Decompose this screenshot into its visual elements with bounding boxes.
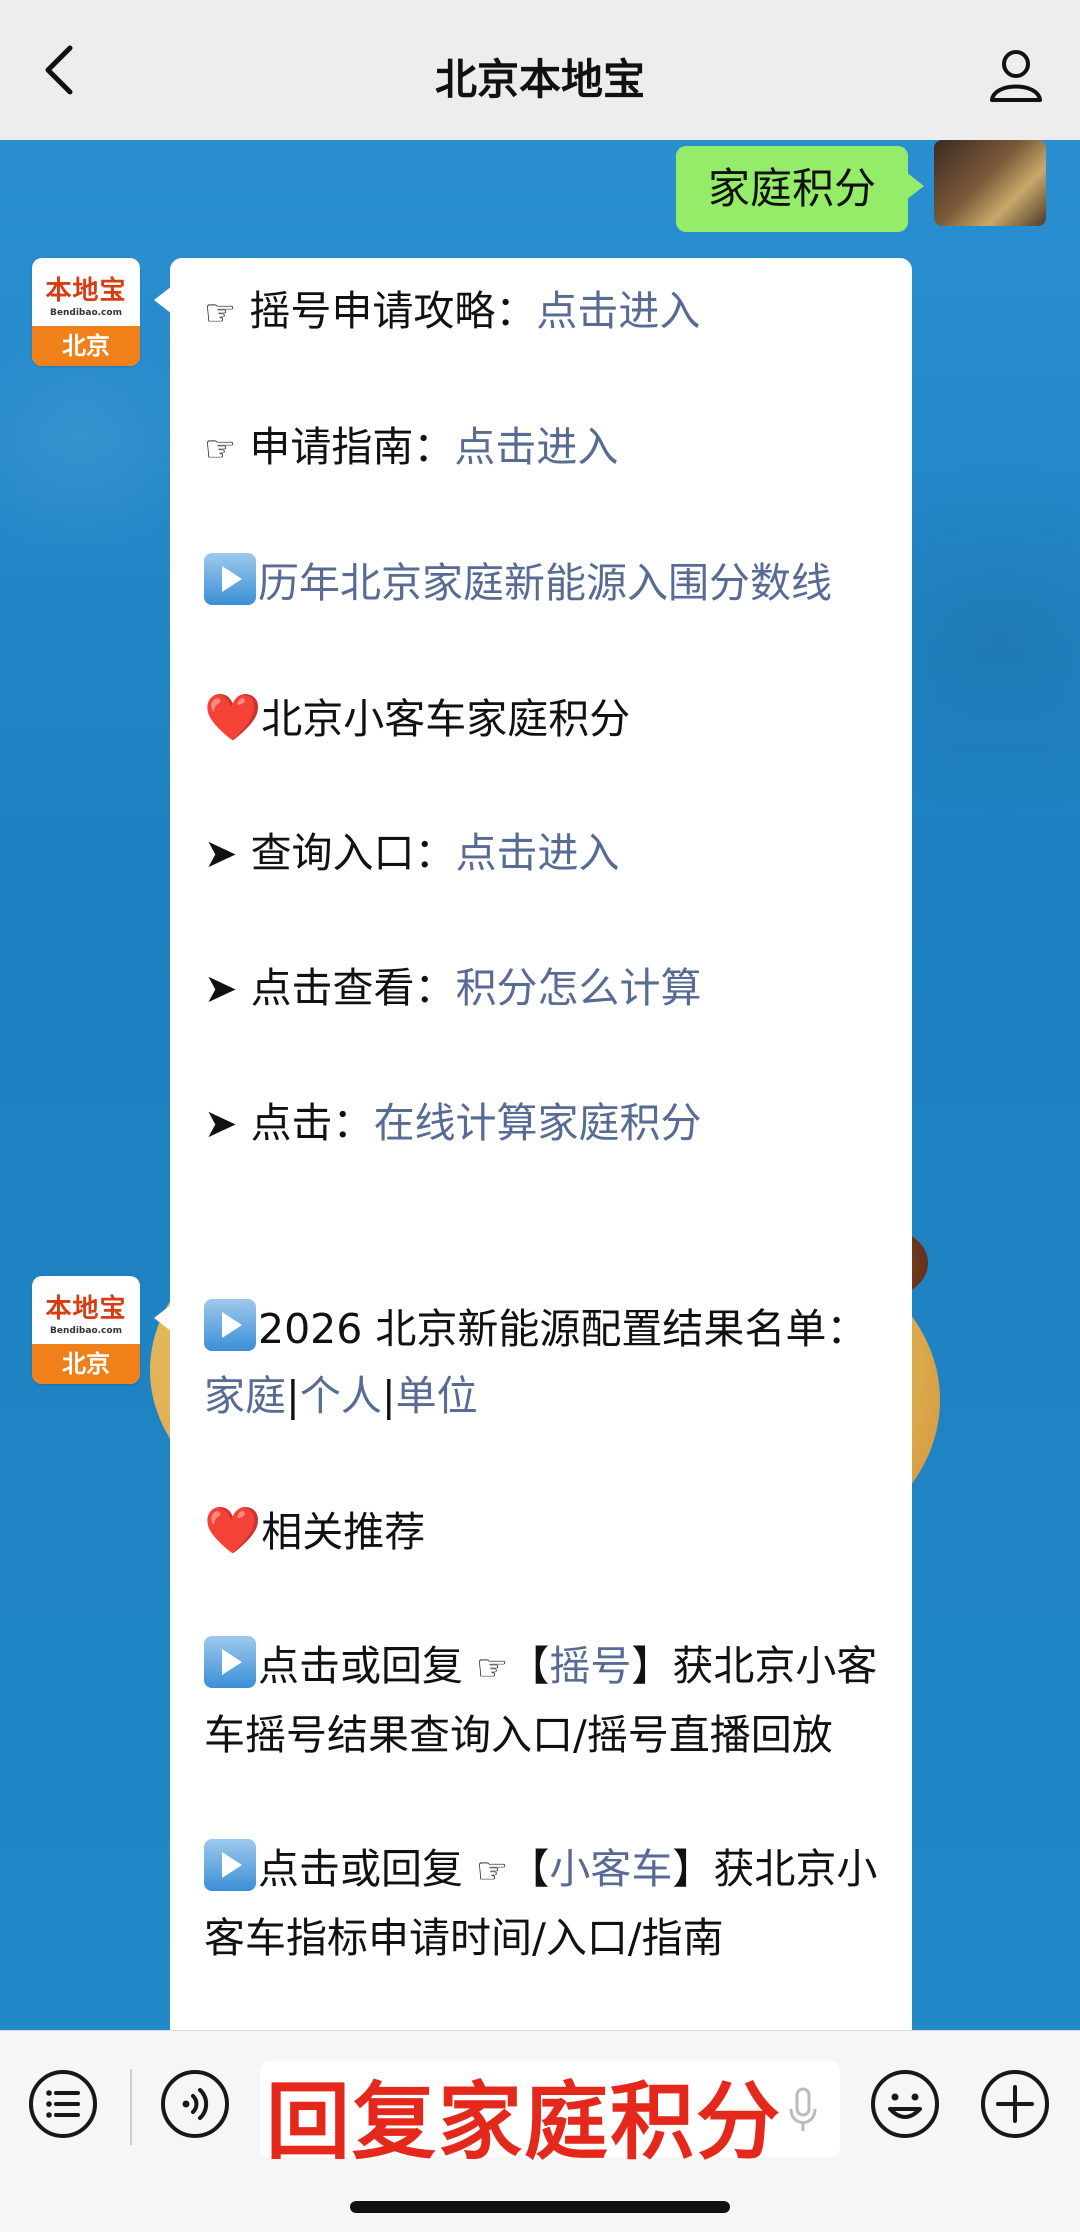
arrow-icon: ➤ bbox=[204, 1101, 238, 1147]
arrow-icon: ➤ bbox=[204, 831, 238, 877]
message-bubble: 2026 北京新能源配置结果名单： 家庭|个人|单位 ❤️相关推荐 点击或回复 … bbox=[154, 1276, 912, 2030]
bracket: 【 bbox=[508, 1845, 550, 1893]
pointing-hand-icon: ☞ bbox=[204, 293, 237, 334]
message-bubble: ☞ 摇号申请攻略：点击进入 ☞ 申请指南：点击进入 历年北京家庭新能源入围分数线… bbox=[154, 258, 912, 1382]
logo-name: 本地宝 bbox=[45, 1294, 127, 1324]
bottom-bar: 回复家庭积分 bbox=[0, 2030, 1080, 2232]
play-icon bbox=[204, 1299, 256, 1351]
logo-city: 北京 bbox=[32, 1344, 140, 1384]
page-title: 北京本地宝 bbox=[434, 55, 645, 104]
link-company[interactable]: 单位 bbox=[396, 1372, 478, 1420]
logo-domain: Bendibao.com bbox=[50, 308, 122, 318]
link-personal[interactable]: 个人 bbox=[300, 1372, 382, 1420]
play-icon bbox=[204, 1636, 256, 1688]
section-heading: 北京小客车家庭积分 bbox=[261, 695, 631, 743]
message-line: 点击或回复 ☞【小客车】获北京小客车指标申请时间/入口/指南 bbox=[204, 1836, 880, 1972]
link-score-lines[interactable]: 历年北京家庭新能源入围分数线 bbox=[258, 559, 832, 607]
play-icon bbox=[204, 1839, 256, 1891]
bracket: 【 bbox=[508, 1642, 550, 1690]
logo-domain: Bendibao.com bbox=[50, 1326, 122, 1336]
top-bar: 北京本地宝 bbox=[0, 0, 1080, 140]
message-line: 2026 北京新能源配置结果名单： 家庭|个人|单位 bbox=[204, 1296, 880, 1430]
message-line: ➤ 点击：在线计算家庭积分 bbox=[204, 1090, 880, 1158]
line-label: 2026 北京新能源配置结果名单： bbox=[258, 1305, 868, 1353]
line-label: 点击查看： bbox=[250, 964, 456, 1012]
link-online-calc[interactable]: 在线计算家庭积分 bbox=[374, 1099, 702, 1147]
logo-city: 北京 bbox=[32, 326, 140, 366]
menu-icon[interactable] bbox=[28, 2069, 98, 2139]
message-line: 历年北京家庭新能源入围分数线 bbox=[204, 550, 880, 617]
message-line: ❤️相关推荐 bbox=[204, 1497, 880, 1566]
line-label: 点击或回复 bbox=[258, 1845, 477, 1893]
heart-icon: ❤️ bbox=[204, 690, 262, 744]
link-yaohao[interactable]: 摇号 bbox=[549, 1642, 631, 1690]
mic-icon[interactable] bbox=[788, 2087, 818, 2133]
link-car[interactable]: 小客车 bbox=[549, 1845, 672, 1893]
my-avatar[interactable] bbox=[934, 140, 1046, 226]
link-apply-guide[interactable]: 点击进入 bbox=[454, 423, 618, 471]
chat-area[interactable]: 家庭积分 本地宝 Bendibao.com 北京 ☞ 摇号申请攻略：点击进入 ☞… bbox=[0, 140, 1080, 2030]
arrow-icon: ➤ bbox=[204, 966, 238, 1012]
pointing-hand-icon: ☞ bbox=[204, 429, 237, 470]
user-icon[interactable] bbox=[988, 46, 1044, 102]
home-indicator bbox=[350, 2201, 730, 2213]
message-line: 点击或回复 ☞【摇号】获北京小客车摇号结果查询入口/摇号直播回放 bbox=[204, 1633, 880, 1769]
message-line: ☞ 摇号申请攻略：点击进入 bbox=[204, 278, 880, 347]
pointing-hand-icon: ☞ bbox=[476, 1648, 509, 1689]
link-yaohao-guide[interactable]: 点击进入 bbox=[536, 287, 700, 335]
bracket: 】 bbox=[672, 1845, 714, 1893]
plus-icon[interactable] bbox=[980, 2069, 1050, 2139]
message-line: ➤ 查询入口：点击进入 bbox=[204, 820, 880, 888]
divider bbox=[130, 2069, 132, 2145]
link-query-entry[interactable]: 点击进入 bbox=[456, 829, 620, 877]
message-line: ➤ 点击查看：积分怎么计算 bbox=[204, 955, 880, 1023]
message-input[interactable]: 回复家庭积分 bbox=[260, 2061, 840, 2171]
line-label: 摇号申请攻略： bbox=[249, 287, 537, 335]
line-label: 申请指南： bbox=[249, 423, 455, 471]
link-score-calc[interactable]: 积分怎么计算 bbox=[456, 964, 702, 1012]
bracket: 】 bbox=[631, 1642, 673, 1690]
input-text: 回复家庭积分 bbox=[266, 2073, 783, 2171]
pointing-hand-icon: ☞ bbox=[476, 1851, 509, 1892]
message-line: ❤️北京小客车家庭积分 bbox=[204, 684, 880, 753]
emoji-icon[interactable] bbox=[870, 2069, 940, 2139]
line-label: 点击： bbox=[250, 1099, 374, 1147]
section-heading: 相关推荐 bbox=[261, 1508, 426, 1556]
play-icon bbox=[204, 553, 256, 605]
logo-name: 本地宝 bbox=[45, 276, 127, 306]
account-avatar[interactable]: 本地宝 Bendibao.com 北京 bbox=[32, 258, 140, 366]
voice-icon[interactable] bbox=[160, 2069, 230, 2139]
line-label: 点击或回复 bbox=[258, 1642, 477, 1690]
line-label: 查询入口： bbox=[250, 829, 456, 877]
heart-icon: ❤️ bbox=[204, 1503, 262, 1557]
separator: | bbox=[286, 1372, 300, 1420]
message-line: ☞ 申请指南：点击进入 bbox=[204, 414, 880, 483]
account-avatar[interactable]: 本地宝 Bendibao.com 北京 bbox=[32, 1276, 140, 1384]
my-message-bubble[interactable]: 家庭积分 bbox=[675, 146, 925, 232]
separator: | bbox=[381, 1372, 396, 1420]
link-family[interactable]: 家庭 bbox=[204, 1372, 286, 1420]
